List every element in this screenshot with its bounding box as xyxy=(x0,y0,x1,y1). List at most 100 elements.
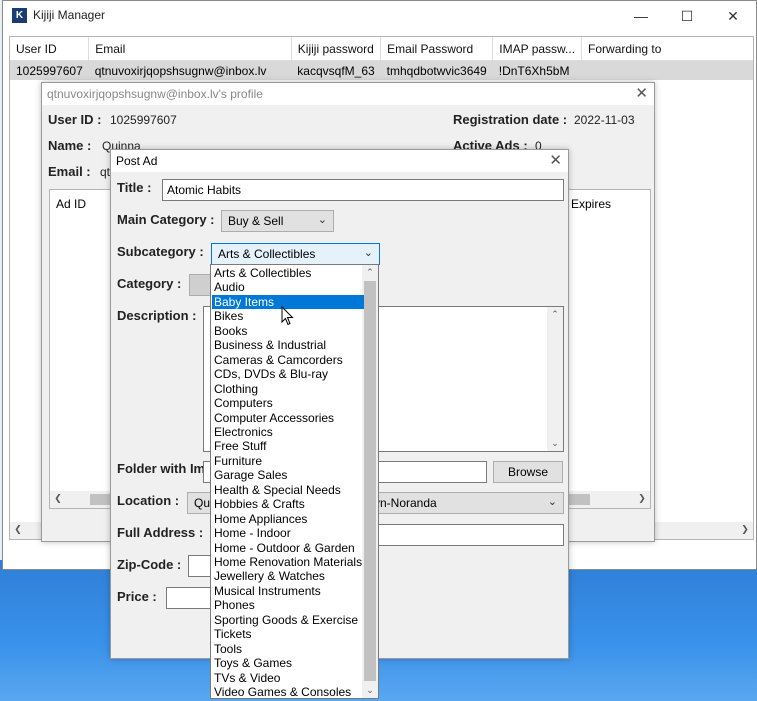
profile-titlebar: qtnuvoxirjqopshsugnw@inbox.lv's profile … xyxy=(42,83,654,105)
ads-scroll-right-icon[interactable]: ❯ xyxy=(634,493,650,504)
dropdown-option[interactable]: Musical Instruments xyxy=(212,584,364,598)
dropdown-scroll-up-icon[interactable]: ⌃ xyxy=(362,267,378,278)
table-row[interactable]: 1025997607 qtnuvoxirjqopshsugnw@inbox.lv… xyxy=(10,60,753,80)
dropdown-option[interactable]: Phones xyxy=(212,598,364,612)
dropdown-option[interactable]: Home - Outdoor & Garden xyxy=(212,541,364,555)
location-label: Location : xyxy=(117,493,180,508)
main-titlebar: K Kijiji Manager — ☐ ✕ xyxy=(3,1,756,31)
scroll-right-icon[interactable]: ❯ xyxy=(737,524,753,535)
description-label: Description : xyxy=(117,308,197,323)
cell-forwarding xyxy=(581,60,753,80)
expires-column[interactable]: Expires xyxy=(571,197,611,211)
ad-id-column[interactable]: Ad ID xyxy=(56,197,86,211)
post-ad-title: Post Ad xyxy=(116,154,158,168)
cell-kijiji-password: kacqvsqfM_63 xyxy=(291,60,381,80)
dropdown-option[interactable]: Jewellery & Watches xyxy=(212,569,364,583)
full-address-label: Full Address : xyxy=(117,525,204,540)
dropdown-option[interactable]: Clothing xyxy=(212,382,364,396)
dropdown-option[interactable]: Home Appliances xyxy=(212,512,364,526)
ads-scroll-left-icon[interactable]: ❮ xyxy=(50,493,66,504)
col-kijiji-password[interactable]: Kijiji password xyxy=(291,37,382,61)
cell-user-id: 1025997607 xyxy=(10,60,89,80)
title-input[interactable]: Atomic Habits xyxy=(162,179,564,201)
app-logo-icon: K xyxy=(12,8,27,23)
dropdown-option[interactable]: Free Stuff xyxy=(212,439,364,453)
dropdown-option[interactable]: Tickets xyxy=(212,627,364,641)
dropdown-option[interactable]: Tools xyxy=(212,642,364,656)
chevron-down-icon: ⌄ xyxy=(317,214,327,226)
minimize-icon: — xyxy=(634,8,648,24)
dropdown-option[interactable]: Arts & Collectibles xyxy=(212,266,364,280)
app-title: Kijiji Manager xyxy=(33,8,106,22)
col-user-id[interactable]: User ID xyxy=(10,37,90,61)
maximize-icon: ☐ xyxy=(680,8,694,24)
email-value: qt xyxy=(100,165,111,179)
dropdown-option[interactable]: CDs, DVDs & Blu-ray xyxy=(212,367,364,381)
table-header: User ID Email Kijiji password Email Pass… xyxy=(10,37,753,61)
post-ad-close-icon[interactable]: ✕ xyxy=(549,151,562,169)
main-category-label: Main Category : xyxy=(117,212,215,227)
zip-code-label: Zip-Code : xyxy=(117,557,182,572)
dropdown-scroll-down-icon[interactable]: ⌄ xyxy=(362,685,378,696)
desc-scroll-up-icon[interactable]: ⌃ xyxy=(547,309,563,320)
dropdown-option[interactable]: Health & Special Needs xyxy=(212,483,364,497)
dropdown-option[interactable]: Hobbies & Crafts xyxy=(212,497,364,511)
description-scrollbar[interactable]: ⌃ ⌄ xyxy=(547,307,563,451)
main-category-select[interactable]: Buy & Sell ⌄ xyxy=(221,210,334,232)
col-forwarding[interactable]: Forwarding to xyxy=(581,37,753,61)
price-label: Price : xyxy=(117,589,157,604)
dropdown-option[interactable]: Furniture xyxy=(212,454,364,468)
post-ad-titlebar: Post Ad ✕ xyxy=(111,150,568,172)
maximize-button[interactable]: ☐ xyxy=(664,1,710,31)
dropdown-option[interactable]: Video Games & Consoles xyxy=(212,685,364,698)
scroll-left-icon[interactable]: ❮ xyxy=(10,524,26,535)
cell-email: qtnuvoxirjqopshsugnw@inbox.lv xyxy=(88,60,292,80)
dropdown-option[interactable]: Home - Indoor xyxy=(212,526,364,540)
accounts-table: User ID Email Kijiji password Email Pass… xyxy=(10,37,753,80)
profile-close-icon[interactable]: ✕ xyxy=(635,84,648,102)
profile-title: qtnuvoxirjqopshsugnw@inbox.lv's profile xyxy=(47,87,263,101)
main-category-value: Buy & Sell xyxy=(228,214,284,228)
dropdown-option[interactable]: TVs & Video xyxy=(212,671,364,685)
dropdown-option[interactable]: Home Renovation Materials xyxy=(212,555,364,569)
dropdown-option[interactable]: Cameras & Camcorders xyxy=(212,353,364,367)
title-label: Title : xyxy=(117,180,152,195)
email-label: Email : xyxy=(48,164,91,179)
close-icon: ✕ xyxy=(727,8,739,24)
subcategory-dropdown-list[interactable]: ⌃ ⌄ Arts & Collectibles Audio Baby Items Bi… xyxy=(210,264,379,699)
dropdown-scroll-thumb[interactable] xyxy=(364,281,376,681)
category-label: Category : xyxy=(117,276,182,291)
col-email[interactable]: Email xyxy=(88,37,292,61)
close-button[interactable]: ✕ xyxy=(710,1,756,31)
dropdown-option[interactable]: Computers xyxy=(212,396,364,410)
dropdown-option[interactable]: Computer Accessories xyxy=(212,411,364,425)
mouse-cursor-icon xyxy=(281,306,294,326)
browse-button[interactable]: Browse xyxy=(493,461,563,483)
desc-scroll-down-icon[interactable]: ⌄ xyxy=(547,438,563,449)
subcategory-value: Arts & Collectibles xyxy=(218,247,316,261)
dropdown-option[interactable]: Audio xyxy=(212,280,364,294)
dropdown-option[interactable]: Business & Industrial xyxy=(212,338,364,352)
minimize-button[interactable]: — xyxy=(618,1,664,31)
dropdown-option[interactable]: Garage Sales xyxy=(212,468,364,482)
dropdown-scrollbar[interactable]: ⌃ ⌄ xyxy=(362,265,378,698)
cell-email-password: tmhqdbotwvic3649 xyxy=(380,60,493,80)
location-value-right: yn-Noranda xyxy=(374,496,437,510)
cell-imap-password: !DnT6Xh5bM xyxy=(492,60,582,80)
subcategory-select[interactable]: Arts & Collectibles ⌄ xyxy=(211,243,380,265)
chevron-down-icon: ⌄ xyxy=(363,247,373,259)
chevron-down-icon: ⌄ xyxy=(547,496,557,508)
col-imap-password[interactable]: IMAP passw... xyxy=(492,37,583,61)
registration-date-value: 2022-11-03 xyxy=(574,113,635,127)
subcategory-label: Subcategory : xyxy=(117,244,204,259)
col-email-password[interactable]: Email Password xyxy=(380,37,494,61)
dropdown-option[interactable]: Toys & Games xyxy=(212,656,364,670)
user-id-value: 1025997607 xyxy=(110,113,177,127)
folder-images-label: Folder with Ima xyxy=(117,461,213,476)
name-label: Name : xyxy=(48,138,92,153)
registration-date-label: Registration date : xyxy=(453,112,568,127)
user-id-label: User ID : xyxy=(48,112,102,127)
dropdown-option[interactable]: Sporting Goods & Exercise xyxy=(212,613,364,627)
price-input[interactable] xyxy=(166,587,216,609)
dropdown-option[interactable]: Electronics xyxy=(212,425,364,439)
